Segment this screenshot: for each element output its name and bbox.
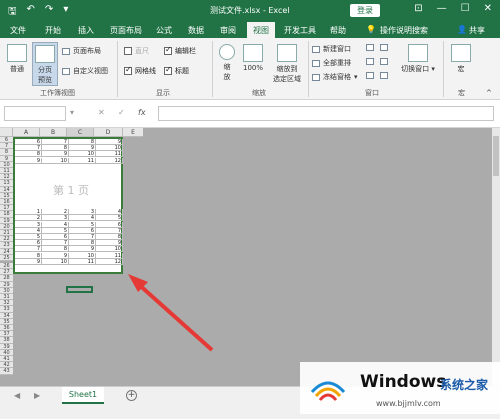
vertical-scrollbar[interactable] xyxy=(492,128,500,386)
watermark-url: www.bjjmlv.com xyxy=(376,399,441,408)
watermark-subtitle: 系统之家 xyxy=(440,378,489,392)
next-sheet-icon[interactable]: ▶ xyxy=(34,391,40,400)
prev-sheet-icon[interactable]: ◀ xyxy=(14,391,20,400)
watermark: Windows 系统之家 www.bjjmlv.com xyxy=(300,362,500,414)
sheet-tab-sheet1[interactable]: Sheet1 xyxy=(62,387,104,404)
annotation-arrow xyxy=(128,274,214,352)
watermark-title: Windows xyxy=(360,372,447,392)
windows-logo-icon xyxy=(310,381,346,401)
add-sheet-button[interactable]: + xyxy=(126,390,137,401)
vertical-scroll-thumb[interactable] xyxy=(493,136,499,176)
